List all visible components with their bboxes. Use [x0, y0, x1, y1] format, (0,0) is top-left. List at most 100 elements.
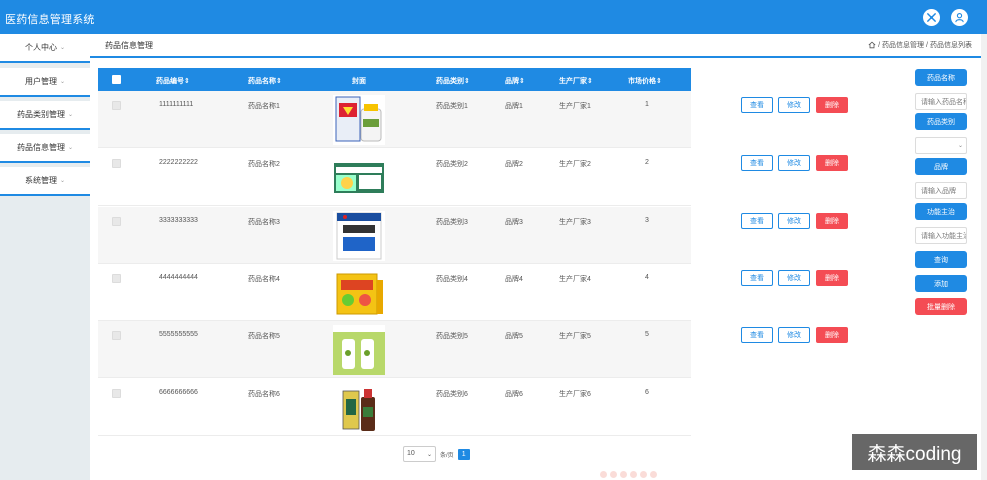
table-row: 2222222222 药品名称2 药品类别2 品牌2 生产厂家2 2 查看 修改 删除: [98, 149, 848, 206]
watermark: 森森coding: [852, 434, 977, 470]
cell-maker: 生产厂家4: [559, 276, 591, 283]
cell-maker: 生产厂家2: [559, 161, 591, 168]
sidebar-item-label: 用户管理: [24, 77, 57, 86]
sidebar-item-label: 药品类别管理: [16, 110, 65, 119]
column-header[interactable]: 生产厂家⇕: [559, 76, 593, 86]
home-icon[interactable]: [868, 41, 876, 49]
edit-button[interactable]: 修改: [778, 213, 810, 229]
delete-button[interactable]: 删除: [816, 213, 848, 229]
sidebar-item-drug-category[interactable]: 药品类别管理 ⌄: [0, 101, 90, 130]
cell-brand: 品牌3: [505, 219, 523, 226]
cell-name: 药品名称3: [248, 219, 280, 226]
chevron-down-icon: ⌄: [59, 45, 66, 51]
view-button[interactable]: 查看: [741, 270, 773, 286]
edit-button[interactable]: 修改: [778, 270, 810, 286]
edit-button[interactable]: 修改: [778, 97, 810, 113]
function-input[interactable]: 请输入功能主治: [915, 227, 967, 244]
column-header[interactable]: 品牌⇕: [505, 76, 525, 86]
cell-category: 药品类别1: [436, 103, 468, 110]
cell-price: 6: [645, 389, 649, 396]
cell-category: 药品类别4: [436, 276, 468, 283]
delete-button[interactable]: 删除: [816, 155, 848, 171]
chevron-down-icon: ⌄: [957, 143, 963, 149]
cell-maker: 生产厂家5: [559, 333, 591, 340]
cell-category: 药品类别2: [436, 161, 468, 168]
filter-panel: 药品名称 请输入药品名称 药品类别 ⌄ 品牌 请输入品牌 功能主治 请输入功能主…: [911, 60, 981, 480]
view-button[interactable]: 查看: [741, 327, 773, 343]
page-size-select[interactable]: 10 ⌄: [403, 446, 436, 462]
user-icon[interactable]: [951, 9, 968, 26]
brand-input[interactable]: 请输入品牌: [915, 182, 967, 199]
row-checkbox[interactable]: [112, 217, 121, 226]
row-checkbox[interactable]: [112, 331, 121, 340]
view-button[interactable]: 查看: [741, 213, 773, 229]
search-button[interactable]: 查询: [915, 251, 967, 268]
view-button[interactable]: 查看: [741, 97, 773, 113]
delete-button[interactable]: 删除: [816, 270, 848, 286]
per-page-label: 条/页: [440, 452, 454, 459]
sidebar-item-drug-info[interactable]: 药品信息管理 ⌄: [0, 134, 90, 163]
cell-name: 药品名称6: [248, 391, 280, 398]
pagination: 10 ⌄ 条/页 1: [403, 446, 470, 462]
medicine-box-icon: [333, 95, 385, 145]
cell-code: 5555555555: [159, 331, 198, 338]
page-title: 药品信息管理: [105, 41, 153, 50]
cell-category: 药品类别5: [436, 333, 468, 340]
sidebar-item-label: 个人中心: [24, 43, 57, 52]
main-content: 药品编号⇕ 药品名称⇕ 封面 药品类别⇕ 品牌⇕ 生产厂家⇕ 市场价格⇕ 操作 …: [90, 60, 911, 480]
column-header[interactable]: 药品编号⇕: [156, 76, 190, 86]
scrollbar[interactable]: [981, 34, 987, 480]
breadcrumb-separator: /: [878, 41, 881, 49]
add-button[interactable]: 添加: [915, 275, 967, 292]
delete-button[interactable]: 删除: [816, 97, 848, 113]
row-checkbox[interactable]: [112, 101, 121, 110]
breadcrumb-item: 药品信息列表: [930, 42, 972, 49]
edit-button[interactable]: 修改: [778, 155, 810, 171]
column-header[interactable]: 药品类别⇕: [436, 76, 470, 86]
chevron-down-icon: ⌄: [59, 178, 66, 184]
batch-delete-button[interactable]: 批量删除: [915, 298, 967, 315]
chevron-down-icon: ⌄: [59, 79, 66, 85]
column-header[interactable]: 药品名称⇕: [248, 76, 282, 86]
edit-button[interactable]: 修改: [778, 327, 810, 343]
sidebar-item-users[interactable]: 用户管理 ⌄: [0, 68, 90, 97]
sidebar-item-label: 药品信息管理: [16, 143, 65, 152]
breadcrumb: / 药品信息管理 / 药品信息列表: [868, 40, 972, 50]
sidebar-item-profile[interactable]: 个人中心 ⌄: [0, 34, 90, 63]
row-checkbox[interactable]: [112, 274, 121, 283]
cell-maker: 生产厂家1: [559, 103, 591, 110]
cell-code: 6666666666: [159, 389, 198, 396]
column-header[interactable]: 市场价格⇕: [628, 76, 662, 86]
breadcrumb-item[interactable]: 药品信息管理: [882, 40, 924, 50]
cell-name: 药品名称2: [248, 161, 280, 168]
row-checkbox[interactable]: [112, 389, 121, 398]
cell-maker: 生产厂家3: [559, 219, 591, 226]
sidebar-item-label: 系统管理: [24, 176, 57, 185]
sidebar-item-system[interactable]: 系统管理 ⌄: [0, 167, 90, 196]
breadcrumb-separator: /: [926, 41, 928, 49]
select-all-checkbox[interactable]: [112, 75, 121, 84]
row-checkbox[interactable]: [112, 159, 121, 168]
chevron-down-icon: ⌄: [67, 112, 74, 118]
cell-code: 4444444444: [159, 274, 198, 281]
delete-button[interactable]: 删除: [816, 327, 848, 343]
cell-price: 4: [645, 274, 649, 281]
table-row: 4444444444 药品名称4 药品类别4 品牌4 生产厂家4 4 查看 修改 删除: [98, 264, 848, 321]
chevron-down-icon: ⌄: [67, 145, 74, 151]
page-number-current[interactable]: 1: [457, 448, 470, 460]
drug-category-label: 药品类别: [915, 113, 967, 130]
cell-name: 药品名称4: [248, 276, 280, 283]
breadcrumb-bar: 药品信息管理 / 药品信息管理 / 药品信息列表: [90, 34, 981, 58]
table-row: 6666666666 药品名称6 药品类别6 品牌6 生产厂家6 6: [98, 379, 691, 436]
chevron-down-icon: ⌄: [426, 452, 432, 458]
drug-category-select[interactable]: ⌄: [915, 137, 967, 154]
table-row: 3333333333 药品名称3 药品类别3 品牌3 生产厂家3 3 查看 修改 删除: [98, 207, 848, 264]
cell-brand: 品牌2: [505, 161, 523, 168]
fullscreen-icon[interactable]: [923, 9, 940, 26]
drug-name-label: 药品名称: [915, 69, 967, 86]
drug-name-input[interactable]: 请输入药品名称: [915, 93, 967, 110]
cell-maker: 生产厂家6: [559, 391, 591, 398]
cell-brand: 品牌6: [505, 391, 523, 398]
medicine-bottle-icon: [333, 383, 385, 433]
view-button[interactable]: 查看: [741, 155, 773, 171]
